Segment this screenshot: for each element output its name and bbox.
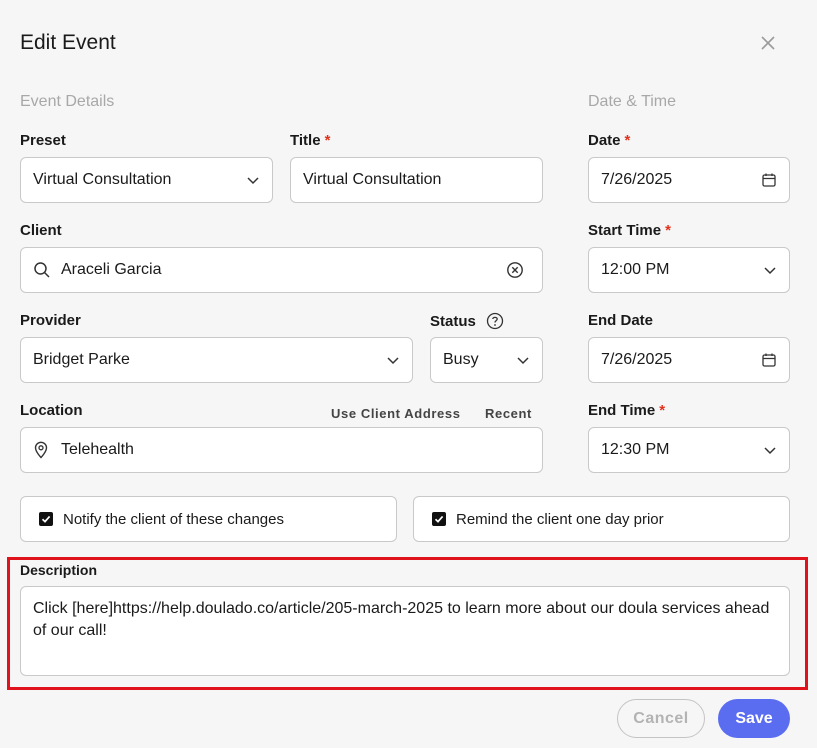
remind-client-checkbox[interactable]: Remind the client one day prior <box>413 496 790 542</box>
dialog-title: Edit Event <box>20 31 116 54</box>
description-label: Description <box>20 562 98 578</box>
location-input[interactable]: Telehealth <box>20 427 543 473</box>
preset-label: Preset <box>20 132 66 149</box>
save-button[interactable]: Save <box>718 699 790 738</box>
end-time-label: End Time * <box>588 402 666 419</box>
required-marker: * <box>324 132 331 149</box>
section-date-time: Date & Time <box>588 93 677 110</box>
date-value: 7/26/2025 <box>601 171 673 188</box>
close-icon[interactable] <box>759 34 777 52</box>
chevron-down-icon <box>517 357 529 365</box>
required-marker: * <box>665 222 671 239</box>
end-date-input[interactable]: 7/26/2025 <box>588 337 790 383</box>
section-event-details: Event Details <box>20 93 115 110</box>
use-client-address-link[interactable]: Use Client Address <box>331 406 461 421</box>
provider-value: Bridget Parke <box>33 351 130 368</box>
status-label: Status <box>430 312 504 330</box>
notify-client-checkbox[interactable]: Notify the client of these changes <box>20 496 397 542</box>
provider-select[interactable]: Bridget Parke <box>20 337 413 383</box>
client-label: Client <box>20 222 62 239</box>
location-value: Telehealth <box>61 441 134 458</box>
clear-icon[interactable] <box>506 261 524 279</box>
notify-client-label: Notify the client of these changes <box>63 510 284 528</box>
calendar-icon[interactable] <box>761 352 777 368</box>
title-value: Virtual Consultation <box>303 171 442 188</box>
description-textarea[interactable]: Click [here]https://help.doulado.co/arti… <box>20 586 790 676</box>
help-icon[interactable] <box>486 312 504 330</box>
date-input[interactable]: 7/26/2025 <box>588 157 790 203</box>
end-date-value: 7/26/2025 <box>601 351 673 368</box>
start-time-value: 12:00 PM <box>601 261 670 278</box>
start-time-select[interactable]: 12:00 PM <box>588 247 790 293</box>
end-time-select[interactable]: 12:30 PM <box>588 427 790 473</box>
client-value: Araceli Garcia <box>61 261 162 278</box>
chevron-down-icon <box>764 267 776 275</box>
calendar-icon[interactable] <box>761 172 777 188</box>
provider-label: Provider <box>20 312 81 329</box>
checkmark-icon <box>432 512 446 526</box>
preset-select[interactable]: Virtual Consultation <box>20 157 273 203</box>
required-marker: * <box>659 402 666 419</box>
status-select[interactable]: Busy <box>430 337 543 383</box>
status-value: Busy <box>443 351 479 368</box>
title-input[interactable]: Virtual Consultation <box>290 157 543 203</box>
required-marker: * <box>624 132 631 149</box>
end-date-label: End Date <box>588 312 654 329</box>
search-icon <box>34 262 50 278</box>
location-pin-icon <box>34 441 48 459</box>
client-search-input[interactable]: Araceli Garcia <box>20 247 543 293</box>
title-label: Title * <box>290 132 331 149</box>
checkmark-icon <box>39 512 53 526</box>
chevron-down-icon <box>387 357 399 365</box>
start-time-label: Start Time * <box>588 222 671 239</box>
chevron-down-icon <box>764 447 776 455</box>
location-label: Location <box>20 402 83 419</box>
remind-client-label: Remind the client one day prior <box>456 510 664 528</box>
preset-value: Virtual Consultation <box>33 171 172 188</box>
cancel-button[interactable]: Cancel <box>617 699 705 738</box>
end-time-value: 12:30 PM <box>601 441 670 458</box>
recent-link[interactable]: Recent <box>485 406 532 421</box>
date-label: Date * <box>588 132 631 149</box>
chevron-down-icon <box>247 177 259 185</box>
